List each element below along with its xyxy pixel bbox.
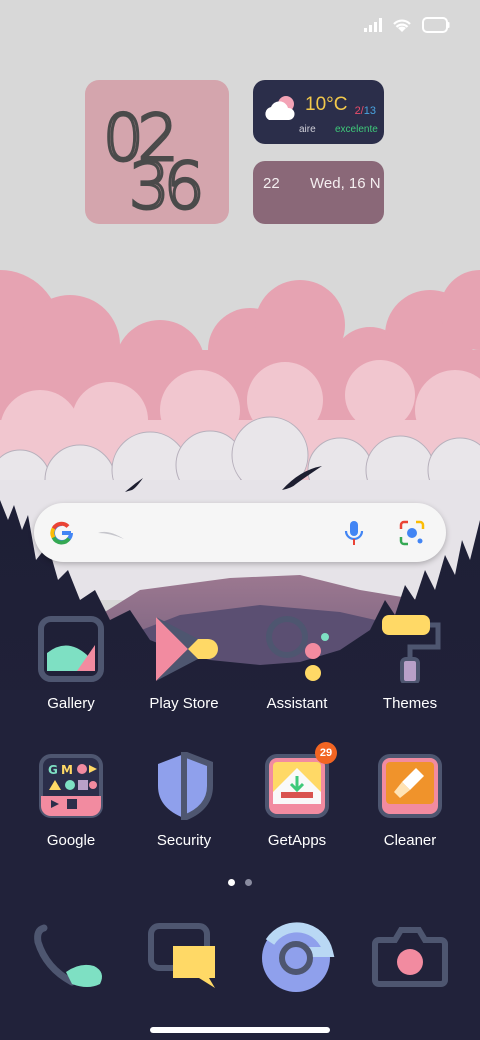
home-indicator-bar[interactable] [150,1027,330,1033]
weather-widget[interactable]: 10°C 2/13 aire excelente [253,80,384,144]
google-folder-icon: G M [37,752,105,820]
status-bar [364,14,450,40]
app-play-store[interactable]: Play Store [128,615,240,712]
security-icon [150,749,218,823]
page-dot-active[interactable] [228,879,235,886]
lens-icon[interactable] [398,519,426,552]
cleaner-icon [376,752,444,820]
date-widget[interactable]: 22 Wed, 16 N [253,161,384,224]
app-cleaner[interactable]: Cleaner [354,752,466,849]
dock-chrome[interactable] [258,918,338,998]
weather-aqi: 2/13 [355,105,376,117]
page-dot[interactable] [245,879,252,886]
clock-widget[interactable]: 02 36 [85,80,229,226]
notification-badge: 29 [315,742,337,764]
app-label: Security [156,832,212,849]
google-logo-icon [48,519,76,552]
google-search-bar[interactable] [34,503,446,562]
app-gallery[interactable]: Gallery [15,615,127,712]
app-label: Themes [382,695,438,712]
aqi-part1: 2/ [354,105,364,117]
svg-text:M: M [61,763,73,777]
app-label: Google [46,832,96,849]
camera-icon [372,927,448,987]
messages-icon [148,923,215,988]
getapps-icon: 29 [263,742,337,820]
app-assistant[interactable]: Assistant [241,615,353,712]
gallery-icon [37,615,105,683]
app-label: Cleaner [383,832,437,849]
themes-icon [376,615,444,685]
home-screen: 02 36 10°C 2/13 aire excelente 22 Wed, 1… [0,0,480,1040]
dock-camera[interactable] [371,918,451,998]
aqi-part2: 13 [363,105,376,117]
weather-temperature: 10°C [305,94,348,115]
app-label: GetApps [267,832,327,849]
app-label: Gallery [47,695,95,712]
battery-icon [422,16,450,38]
phone-icon [34,924,102,987]
chrome-icon [262,922,335,992]
app-google-folder[interactable]: G M Google [15,752,127,849]
app-getapps[interactable]: 29 GetApps [241,742,353,849]
app-label: Play Store [149,695,219,712]
dock-phone[interactable] [32,918,112,998]
play-store-icon [150,615,218,683]
app-themes[interactable]: Themes [354,615,466,712]
app-security[interactable]: Security [128,749,240,849]
date-text: Wed, 16 N [310,175,381,192]
date-small-text: 22 [263,175,280,192]
weather-label: aire [299,124,316,135]
dock-messages[interactable] [145,918,225,998]
app-label: Assistant [266,695,328,712]
svg-text:G: G [48,763,58,777]
clock-digits: 02 36 [102,101,208,226]
bird-icon [98,527,124,546]
page-indicator [228,879,252,886]
assistant-icon [263,615,331,683]
mic-icon[interactable] [342,519,366,552]
clock-minute: 36 [129,150,200,224]
signal-icon [364,17,382,37]
weather-status: excelente [335,124,378,135]
wifi-icon [392,17,412,38]
cloud-sun-icon [263,94,299,129]
